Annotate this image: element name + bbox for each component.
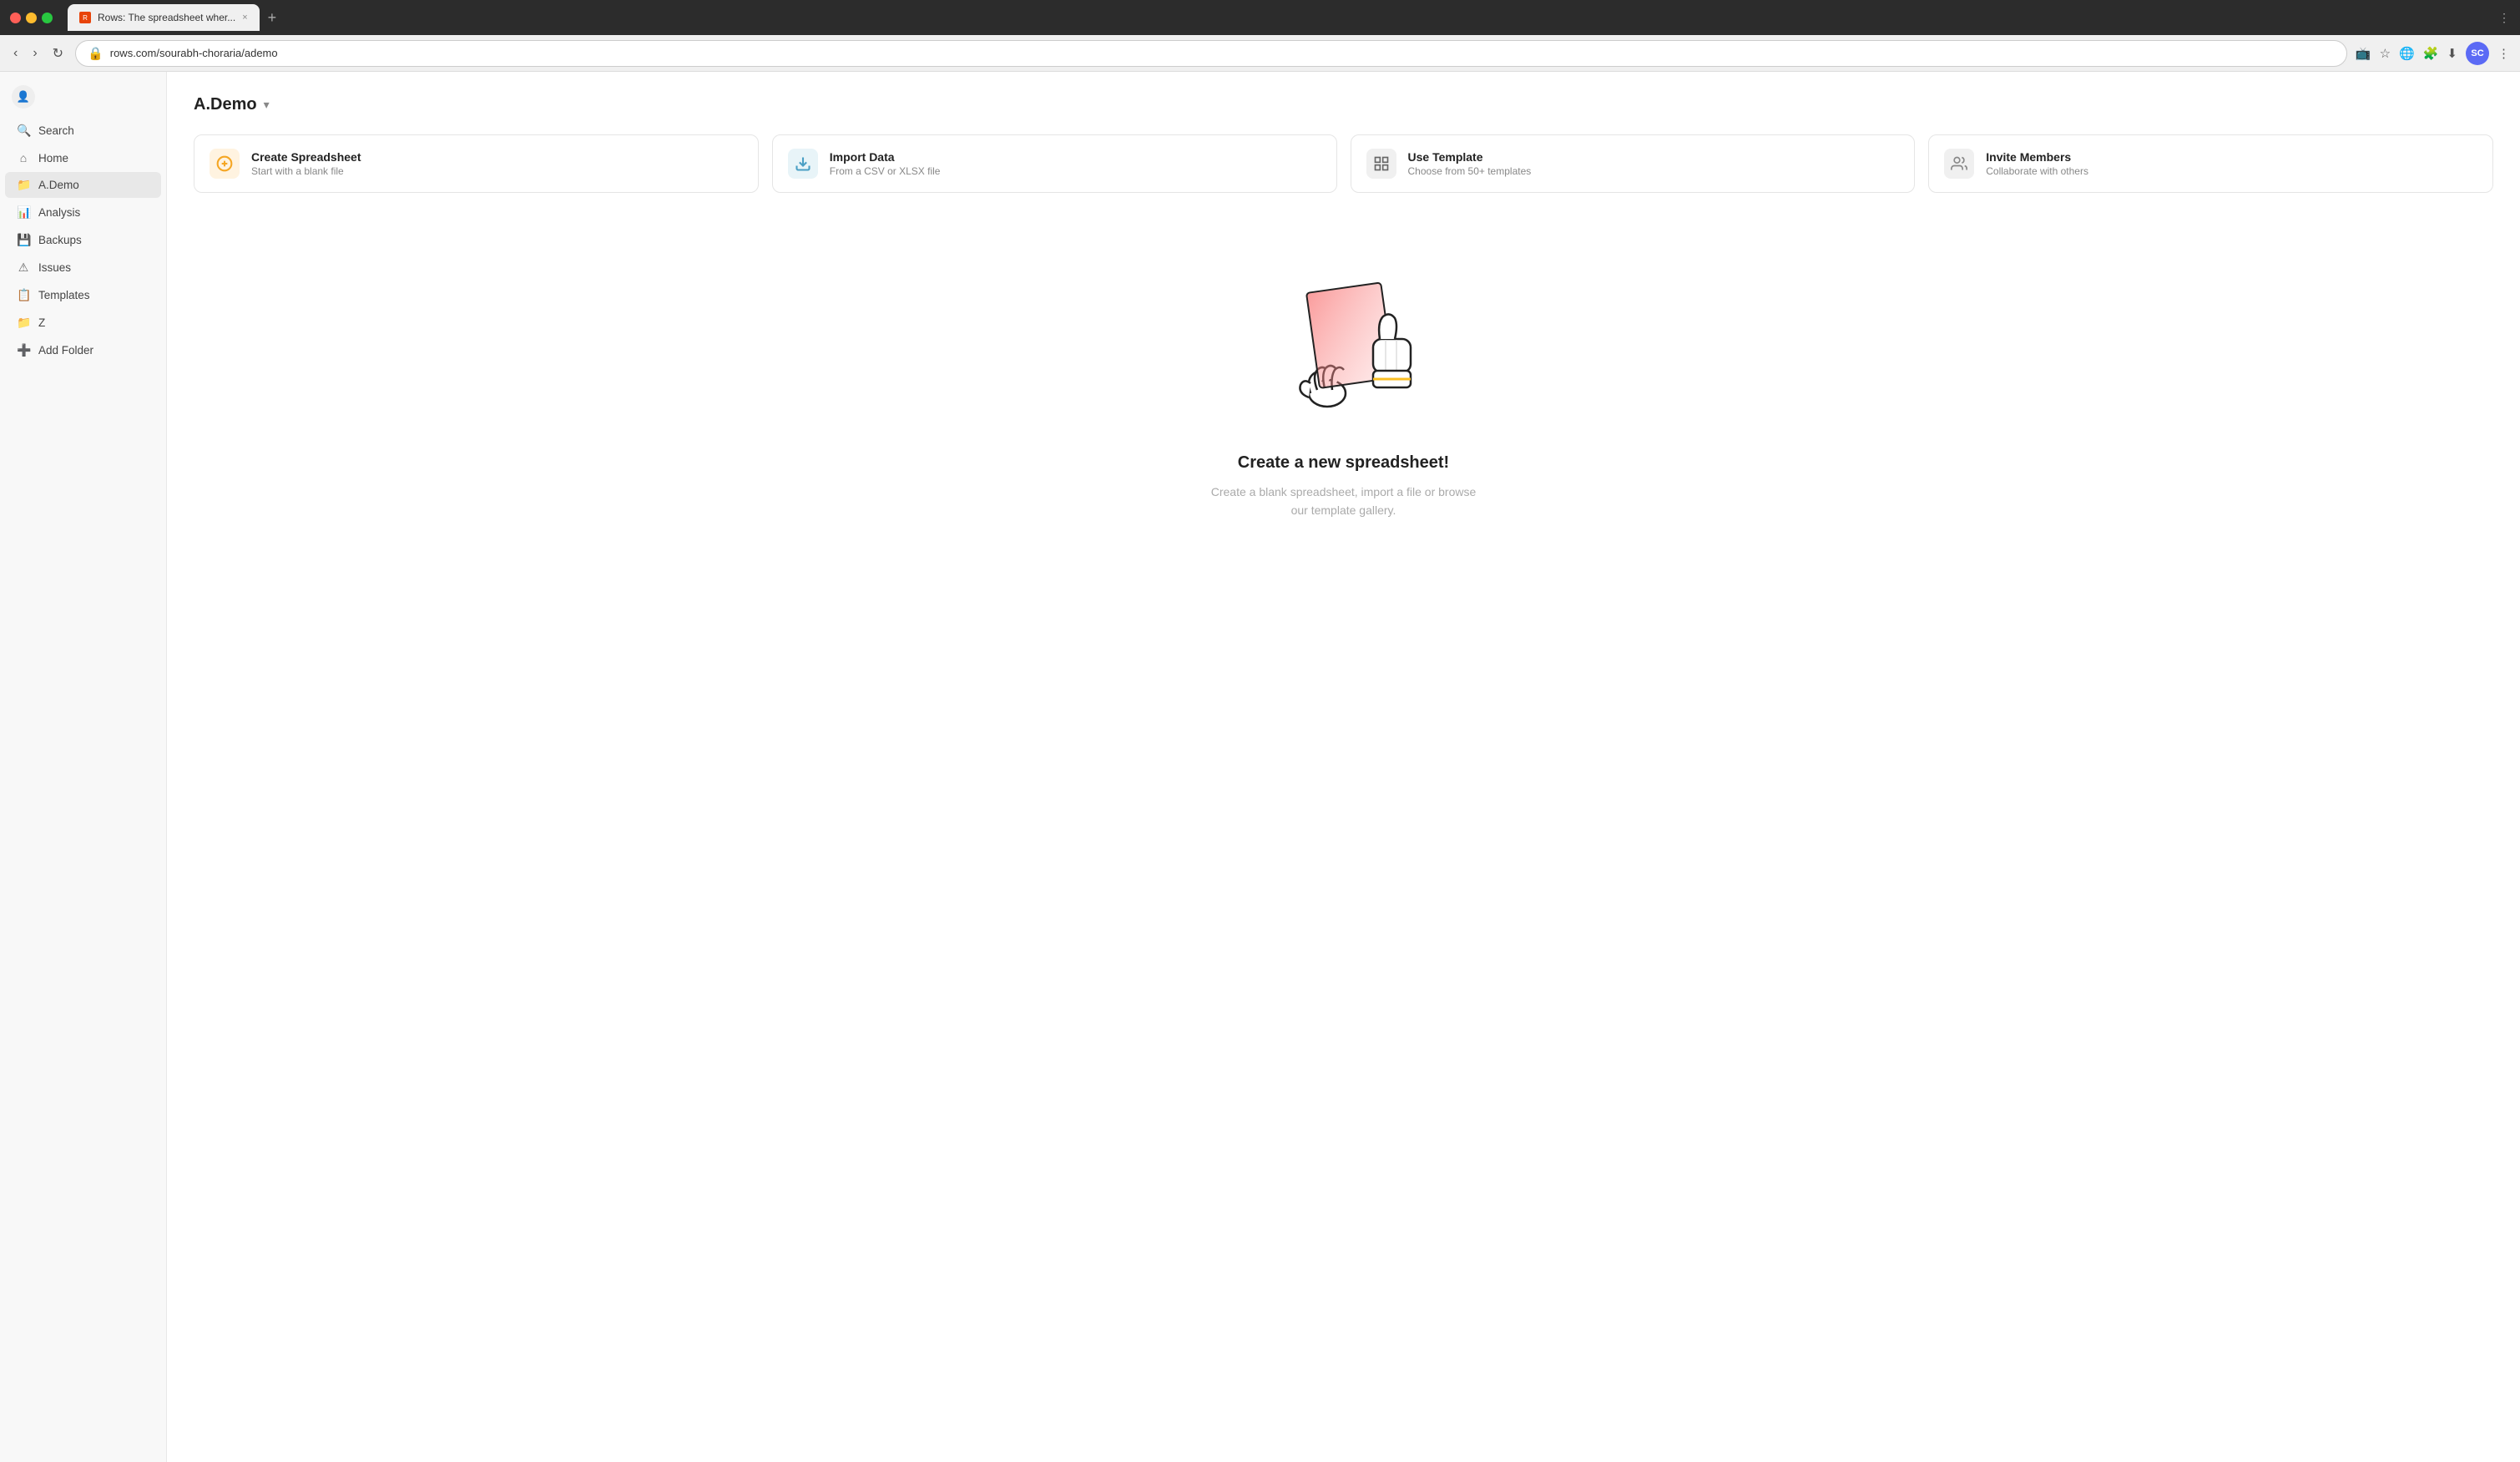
sidebar-templates-label: Templates — [38, 289, 90, 301]
add-folder-icon: ➕ — [17, 343, 30, 357]
invite-members-text: Invite Members Collaborate with others — [1986, 150, 2088, 177]
active-tab[interactable]: R Rows: The spreadsheet wher... × — [68, 4, 260, 31]
back-button[interactable]: ‹ — [10, 43, 21, 64]
create-spreadsheet-icon — [210, 149, 240, 179]
invite-members-card[interactable]: Invite Members Collaborate with others — [1928, 134, 2493, 193]
sidebar-item-add-folder[interactable]: ➕ Add Folder — [5, 337, 161, 363]
sidebar-item-issues[interactable]: ⚠ Issues — [5, 255, 161, 281]
address-bar[interactable]: 🔒 rows.com/sourabh-choraria/ademo — [75, 40, 2347, 67]
page-title: A.Demo — [194, 95, 257, 114]
import-data-title: Import Data — [830, 150, 941, 164]
z-folder-icon: 📁 — [17, 316, 30, 330]
invite-members-title: Invite Members — [1986, 150, 2088, 164]
sidebar-item-home[interactable]: ⌂ Home — [5, 145, 161, 170]
tab-close-button[interactable]: × — [242, 13, 247, 23]
profile-avatar[interactable]: SC — [2466, 42, 2489, 65]
forward-button[interactable]: › — [29, 43, 40, 64]
import-data-icon — [788, 149, 818, 179]
empty-state-title: Create a new spreadsheet! — [1238, 453, 1449, 473]
import-data-subtitle: From a CSV or XLSX file — [830, 165, 941, 177]
browser-toolbar-right: 📺 ☆ 🌐 🧩 ⬇ SC ⋮ — [2356, 42, 2510, 65]
tab-favicon: R — [79, 12, 91, 23]
issues-icon: ⚠ — [17, 261, 30, 275]
use-template-text: Use Template Choose from 50+ templates — [1408, 150, 1532, 177]
empty-illustration — [1244, 276, 1444, 427]
browser-right-controls: ⋮ — [2498, 11, 2510, 25]
create-spreadsheet-card[interactable]: Create Spreadsheet Start with a blank fi… — [194, 134, 759, 193]
download-icon[interactable]: ⬇ — [2447, 46, 2457, 61]
sidebar-item-search[interactable]: 🔍 Search — [5, 118, 161, 144]
invite-members-subtitle: Collaborate with others — [1986, 165, 2088, 177]
lock-icon: 🔒 — [88, 46, 104, 61]
traffic-lights — [10, 13, 53, 23]
sidebar-add-folder-label: Add Folder — [38, 344, 93, 357]
tab-bar: R Rows: The spreadsheet wher... × + — [68, 4, 2485, 31]
analysis-icon: 📊 — [17, 205, 30, 220]
minimize-traffic-light[interactable] — [26, 13, 37, 23]
sidebar-item-ademo[interactable]: 📁 A.Demo — [5, 172, 161, 198]
import-data-card[interactable]: Import Data From a CSV or XLSX file — [772, 134, 1337, 193]
use-template-title: Use Template — [1408, 150, 1532, 164]
app-layout: 👤 🔍 Search ⌂ Home 📁 A.Demo 📊 Analysis 💾 … — [0, 72, 2520, 1462]
sidebar-item-backups[interactable]: 💾 Backups — [5, 227, 161, 253]
extension-icon[interactable]: 🧩 — [2423, 46, 2439, 61]
empty-state-subtitle: Create a blank spreadsheet, import a fil… — [1202, 483, 1486, 520]
sidebar-ademo-label: A.Demo — [38, 179, 79, 191]
home-icon: ⌂ — [17, 151, 30, 164]
new-tab-button[interactable]: + — [268, 9, 277, 27]
folder-icon: 📁 — [17, 178, 30, 192]
address-text: rows.com/sourabh-choraria/ademo — [110, 47, 278, 59]
page-title-dropdown-icon[interactable]: ▾ — [264, 98, 270, 112]
bookmark-icon[interactable]: ☆ — [2380, 46, 2391, 61]
address-bar-row: ‹ › ↻ 🔒 rows.com/sourabh-choraria/ademo … — [0, 35, 2520, 72]
invite-members-icon — [1944, 149, 1974, 179]
browser-menu-icon[interactable]: ⋮ — [2498, 11, 2510, 25]
tab-title: Rows: The spreadsheet wher... — [98, 12, 235, 23]
sidebar-item-analysis[interactable]: 📊 Analysis — [5, 200, 161, 225]
search-icon: 🔍 — [17, 124, 30, 138]
import-data-text: Import Data From a CSV or XLSX file — [830, 150, 941, 177]
templates-icon: 📋 — [17, 288, 30, 302]
user-avatar[interactable]: 👤 — [12, 85, 35, 109]
create-spreadsheet-title: Create Spreadsheet — [251, 150, 361, 164]
use-template-icon — [1366, 149, 1396, 179]
translate-icon[interactable]: 🌐 — [2399, 46, 2415, 61]
action-cards: Create Spreadsheet Start with a blank fi… — [194, 134, 2493, 193]
sidebar: 👤 🔍 Search ⌂ Home 📁 A.Demo 📊 Analysis 💾 … — [0, 72, 167, 1462]
create-spreadsheet-subtitle: Start with a blank file — [251, 165, 361, 177]
sidebar-backups-label: Backups — [38, 234, 82, 246]
sidebar-z-label: Z — [38, 316, 45, 329]
main-content: A.Demo ▾ Create Spreadsheet Start with a… — [167, 72, 2520, 1462]
use-template-card[interactable]: Use Template Choose from 50+ templates — [1351, 134, 1916, 193]
maximize-traffic-light[interactable] — [42, 13, 53, 23]
sidebar-search-label: Search — [38, 124, 74, 137]
cast-icon[interactable]: 📺 — [2356, 46, 2371, 61]
close-traffic-light[interactable] — [10, 13, 21, 23]
page-header: A.Demo ▾ — [194, 95, 2493, 114]
reload-button[interactable]: ↻ — [49, 42, 67, 65]
sidebar-analysis-label: Analysis — [38, 206, 80, 219]
browser-chrome: R Rows: The spreadsheet wher... × + ⋮ — [0, 0, 2520, 35]
sidebar-home-label: Home — [38, 152, 68, 164]
chrome-menu-icon[interactable]: ⋮ — [2497, 46, 2510, 61]
sidebar-item-z[interactable]: 📁 Z — [5, 310, 161, 336]
sidebar-issues-label: Issues — [38, 261, 71, 274]
create-spreadsheet-text: Create Spreadsheet Start with a blank fi… — [251, 150, 361, 177]
use-template-subtitle: Choose from 50+ templates — [1408, 165, 1532, 177]
sidebar-item-templates[interactable]: 📋 Templates — [5, 282, 161, 308]
empty-state: Create a new spreadsheet! Create a blank… — [194, 226, 2493, 570]
backups-icon: 💾 — [17, 233, 30, 247]
